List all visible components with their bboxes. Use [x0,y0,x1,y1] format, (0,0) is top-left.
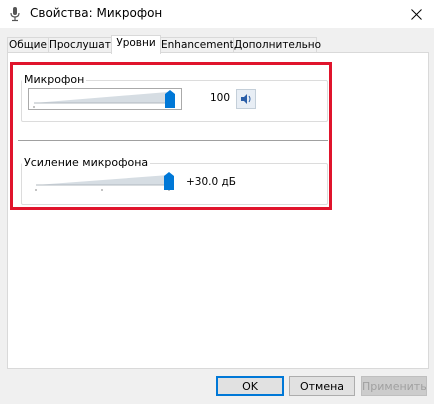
microphone-slider-track [28,88,182,110]
tab-general[interactable]: Общие [7,37,49,53]
ok-button[interactable]: OK [216,376,284,396]
close-button[interactable] [398,0,434,28]
cancel-button[interactable]: Отмена [289,376,355,396]
microphone-slider[interactable] [28,88,182,110]
tab-listen[interactable]: Прослушать [48,37,117,53]
boost-slider[interactable] [32,171,182,193]
microphone-slider-thumb[interactable] [164,89,176,109]
microphone-label: Микрофон [22,73,87,86]
boost-slider-thumb[interactable] [163,171,175,191]
apply-button[interactable]: Применить [361,376,427,396]
window-title: Свойства: Микрофон [30,6,163,20]
mute-button[interactable] [236,89,256,109]
close-icon [410,8,422,20]
tab-enhancements[interactable]: Enhancements [160,37,239,53]
boost-slider-track [35,175,170,191]
separator [18,140,328,141]
boost-value[interactable]: +30.0 дБ [186,176,236,188]
tab-strip: Общие Прослушать Уровни Enhancements Доп… [7,35,427,54]
boost-label: Усиление микрофона [22,156,151,169]
microphone-value[interactable]: 100 [210,92,230,104]
speaker-icon [241,94,251,104]
tab-levels[interactable]: Уровни [111,35,161,54]
tab-advanced[interactable]: Дополнительно [233,37,321,53]
title-bar: Свойства: Микрофон [0,0,434,28]
microphone-icon [10,7,20,22]
